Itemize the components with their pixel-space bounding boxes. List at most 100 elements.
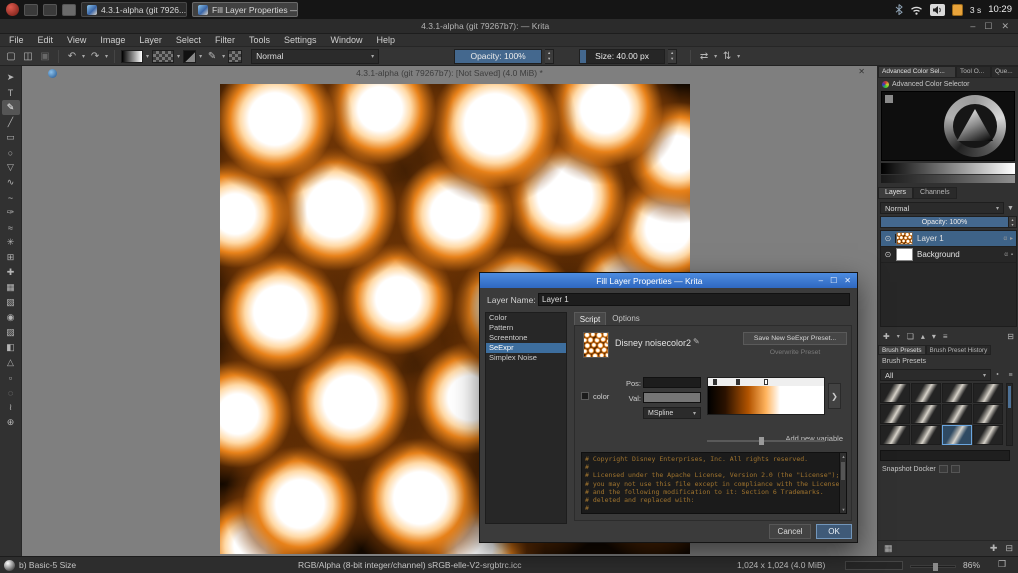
tool-rectangle[interactable]: ▭ [2,130,20,145]
taskbar-window-dialog[interactable]: Fill Layer Properties —... [192,2,298,17]
layer-style-icon[interactable]: ▸ [1010,235,1013,242]
brush-editor-icon[interactable]: ✎ [205,49,219,63]
gradient-chooser-button[interactable] [121,50,143,63]
chevron-down-icon[interactable]: ▾ [714,53,717,60]
snapshot-switch-icon[interactable] [951,465,960,473]
tray-files-icon[interactable] [43,4,57,16]
save-preset-button[interactable]: Save New SeExpr Preset... [743,332,847,345]
tool-polyline[interactable]: ∿ [2,175,20,190]
tool-transform[interactable]: ⊞ [2,250,20,265]
brush-preset-thumbnail[interactable] [880,383,910,403]
tool-ellipse-select[interactable]: ◌ [2,385,20,400]
script-scrollbar[interactable]: ▲ ▼ [839,453,846,513]
ramp-marker[interactable] [713,379,717,385]
chevron-down-icon[interactable]: ▾ [737,53,740,60]
tool-bezier-curve[interactable]: ~ [2,190,20,205]
alpha-badge-icon[interactable]: α [1004,236,1007,242]
gradient-ramp[interactable] [707,377,825,415]
chevron-down-icon[interactable]: ▾ [177,53,180,60]
size-spinner[interactable]: ▴▾ [668,49,677,64]
volume-icon[interactable] [930,4,945,16]
system-menu-icon[interactable] [6,3,19,16]
chevron-down-icon[interactable]: ▾ [82,53,85,60]
menu-tools[interactable]: Tools [242,35,277,45]
brush-preset-thumbnail[interactable] [911,404,941,424]
menu-select[interactable]: Select [169,35,208,45]
close-icon[interactable]: ✕ [1001,21,1009,32]
layer-opacity-slider[interactable]: Opacity: 100% [880,216,1009,228]
current-color-swatch[interactable] [885,95,893,103]
tab-tool-options[interactable]: Tool O... [956,66,991,78]
size-slider[interactable]: Size: 40.00 px [579,49,665,64]
chevron-down-icon[interactable]: ▾ [199,53,202,60]
ramp-gradient[interactable] [708,386,824,414]
document-icon[interactable] [48,69,57,78]
brush-preset-thumbnail[interactable] [880,404,910,424]
chevron-down-icon[interactable]: ▾ [897,333,900,340]
preset-search-input[interactable] [880,450,1010,461]
minimize-icon[interactable]: – [970,21,975,32]
variable-slider[interactable] [707,440,825,442]
tool-pattern-edit[interactable]: ▨ [2,325,20,340]
tool-multibrush[interactable]: ✳ [2,235,20,250]
next-variable-icon[interactable]: ❯ [828,383,841,409]
delete-layer-icon[interactable]: ⊟ [1007,332,1014,341]
generator-screentone[interactable]: Screentone [486,333,566,343]
blend-mode-dropdown[interactable]: Normal ▾ [251,49,379,64]
brush-preset-thumbnail[interactable] [973,383,1003,403]
brush-preset-thumbnail[interactable] [942,383,972,403]
layer-opacity-spinner[interactable]: ▴▾ [1009,216,1017,228]
move-layer-up-icon[interactable]: ▴ [921,332,925,341]
ramp-markers[interactable] [708,378,824,386]
brush-preset-thumbnail[interactable] [973,404,1003,424]
brush-preset-thumbnail[interactable] [911,425,941,445]
layer-filter-icon[interactable]: ▼ [1004,202,1017,214]
fg-bg-color-button[interactable] [183,50,196,63]
tool-freehand-brush[interactable]: ✎ [2,100,20,115]
tray-terminal-icon[interactable] [62,4,76,16]
brush-preset-thumbnail[interactable] [973,425,1003,445]
canvas-only-mode-icon[interactable]: ❒ [998,559,1006,570]
edit-preset-name-icon[interactable]: ✎ [693,337,700,346]
generator-simplex-noise[interactable]: Simplex Noise [486,353,566,363]
pattern-chooser-button[interactable] [152,50,174,63]
preset-grid-scrollbar[interactable] [1006,383,1013,446]
minimal-shade-selector[interactable] [881,175,1015,183]
tool-line[interactable]: ╱ [2,115,20,130]
val-input[interactable] [643,392,701,403]
save-icon[interactable]: ▣ [38,49,52,63]
menu-window[interactable]: Window [323,35,369,45]
add-snapshot-icon[interactable]: ✚ [990,543,998,554]
lock-icon[interactable]: ▪ [1011,252,1013,258]
maximize-icon[interactable]: ☐ [830,276,837,285]
opacity-spinner[interactable]: ▴▾ [545,49,554,64]
menu-image[interactable]: Image [93,35,132,45]
tool-move[interactable]: ✚ [2,265,20,280]
menu-layer[interactable]: Layer [132,35,169,45]
subwindow-close-icon[interactable]: ✕ [858,67,865,76]
close-icon[interactable]: ✕ [844,276,851,285]
cancel-button[interactable]: Cancel [769,524,811,539]
brush-preset-thumbnail[interactable] [942,404,972,424]
tool-text[interactable]: T [2,85,20,100]
tab-options[interactable]: Options [606,312,646,325]
variable-color-swatch[interactable] [581,392,589,400]
slider-handle[interactable] [759,437,764,445]
tool-freehand-path[interactable]: ✑ [2,205,20,220]
new-document-icon[interactable]: ▢ [4,49,18,63]
visibility-icon[interactable]: ⊙ [881,250,896,259]
wifi-icon[interactable] [910,5,923,15]
battery-icon[interactable] [952,4,963,16]
tab-overview[interactable]: Que... [991,66,1018,78]
tool-zoom[interactable]: ⊕ [2,415,20,430]
layer-properties-icon[interactable]: ≡ [943,332,948,341]
tool-ellipse[interactable]: ○ [2,145,20,160]
brush-preset-thumbnail[interactable] [880,425,910,445]
preset-tag-dropdown[interactable]: All ▾ [880,369,991,381]
menu-settings[interactable]: Settings [277,35,324,45]
zoom-slider-handle[interactable] [933,563,938,571]
brush-preset-thumbnail[interactable] [911,383,941,403]
clock[interactable]: 10:29 [988,4,1012,15]
zoom-level[interactable]: 86% [963,560,980,570]
layer-name-input[interactable] [538,293,850,306]
